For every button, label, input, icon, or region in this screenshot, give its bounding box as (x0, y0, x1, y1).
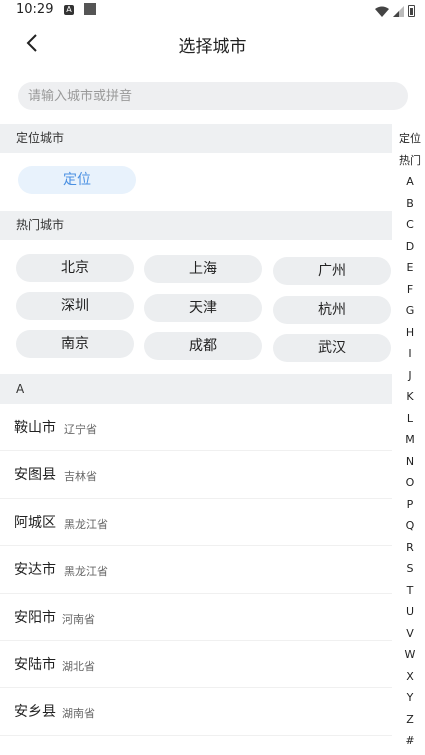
chevron-left-icon (26, 34, 37, 52)
city-name: 安阳市 (14, 609, 56, 626)
city-row[interactable]: 安图县 吉林省 (0, 451, 392, 499)
city-row[interactable]: 安达市 黑龙江省 (0, 546, 392, 594)
index-item[interactable]: H (395, 322, 425, 344)
city-province: 吉林省 (64, 470, 97, 484)
city-row[interactable]: 安乡县 湖南省 (0, 688, 392, 736)
back-button[interactable] (18, 30, 48, 58)
index-item[interactable]: Q (395, 515, 425, 537)
index-item[interactable]: 定位 (395, 128, 425, 150)
index-item[interactable]: M (395, 429, 425, 451)
index-item[interactable]: N (395, 451, 425, 473)
index-item[interactable]: T (395, 580, 425, 602)
status-bar: 10:29 A (0, 0, 425, 22)
page-title: 选择城市 (178, 37, 247, 57)
index-item[interactable]: S (395, 558, 425, 580)
index-item[interactable]: K (395, 386, 425, 408)
search-bar (0, 66, 425, 124)
index-item[interactable]: Y (395, 687, 425, 709)
index-item[interactable]: X (395, 666, 425, 688)
index-item[interactable]: G (395, 300, 425, 322)
wifi-icon (375, 6, 389, 17)
index-item[interactable]: D (395, 236, 425, 258)
city-province: 湖南省 (62, 707, 95, 721)
hot-city-button[interactable]: 成都 (144, 332, 262, 360)
index-item[interactable]: C (395, 214, 425, 236)
signal-icon (393, 5, 404, 17)
index-item[interactable]: L (395, 408, 425, 430)
city-row[interactable]: 安陆市 湖北省 (0, 641, 392, 689)
city-name: 阿城区 (14, 514, 56, 531)
battery-icon (408, 5, 415, 17)
city-name: 安陆市 (14, 656, 56, 673)
city-name: 安图县 (14, 467, 56, 484)
hot-city-button[interactable]: 武汉 (273, 334, 391, 362)
letter-section-header: A (0, 374, 392, 404)
city-name: 安乡县 (14, 704, 56, 721)
hot-cities-section-header: 热门城市 (0, 211, 392, 240)
city-list: 鞍山市 辽宁省 安图县 吉林省 阿城区 黑龙江省 安达市 黑龙江省 安阳市 河南… (0, 404, 392, 736)
hot-city-button[interactable]: 杭州 (273, 296, 391, 324)
index-item[interactable]: J (395, 365, 425, 387)
city-province: 河南省 (62, 612, 95, 626)
city-row[interactable]: 鞍山市 辽宁省 (0, 404, 392, 452)
index-item[interactable]: P (395, 494, 425, 516)
alphabet-index-bar[interactable]: 定位 热门 A B C D E F G H I J K L M N O P Q … (395, 128, 425, 752)
city-province: 黑龙江省 (64, 565, 108, 579)
index-item[interactable]: I (395, 343, 425, 365)
hot-city-button[interactable]: 北京 (16, 254, 134, 282)
location-section-header: 定位城市 (0, 124, 392, 153)
index-item[interactable]: R (395, 537, 425, 559)
locate-button[interactable]: 定位 (18, 166, 136, 194)
index-item[interactable]: W (395, 644, 425, 666)
index-item[interactable]: # (395, 730, 425, 752)
search-input[interactable] (18, 82, 408, 110)
index-item[interactable]: V (395, 623, 425, 645)
hot-city-button[interactable]: 天津 (144, 294, 262, 322)
index-item[interactable]: E (395, 257, 425, 279)
index-item[interactable]: Z (395, 709, 425, 731)
index-item[interactable]: O (395, 472, 425, 494)
city-name: 鞍山市 (14, 420, 56, 436)
city-name: 安达市 (14, 562, 56, 579)
city-row[interactable]: 安阳市 河南省 (0, 594, 392, 641)
status-time: 10:29 (16, 2, 54, 17)
notification-a-icon: A (64, 5, 74, 15)
index-item[interactable]: U (395, 601, 425, 623)
city-row[interactable]: 阿城区 黑龙江省 (0, 499, 392, 547)
city-province: 黑龙江省 (64, 517, 108, 531)
city-province: 辽宁省 (64, 423, 97, 436)
index-item[interactable]: A (395, 171, 425, 193)
hot-city-button[interactable]: 广州 (273, 257, 391, 285)
index-item[interactable]: B (395, 193, 425, 215)
hot-city-button[interactable]: 上海 (144, 255, 262, 283)
header: 选择城市 (0, 22, 425, 66)
notification-square-icon (84, 3, 96, 15)
hot-city-button[interactable]: 南京 (16, 330, 134, 358)
index-item[interactable]: 热门 (395, 150, 425, 172)
status-icons (375, 5, 415, 17)
index-item[interactable]: F (395, 279, 425, 301)
city-province: 湖北省 (62, 659, 95, 673)
hot-city-button[interactable]: 深圳 (16, 292, 134, 320)
